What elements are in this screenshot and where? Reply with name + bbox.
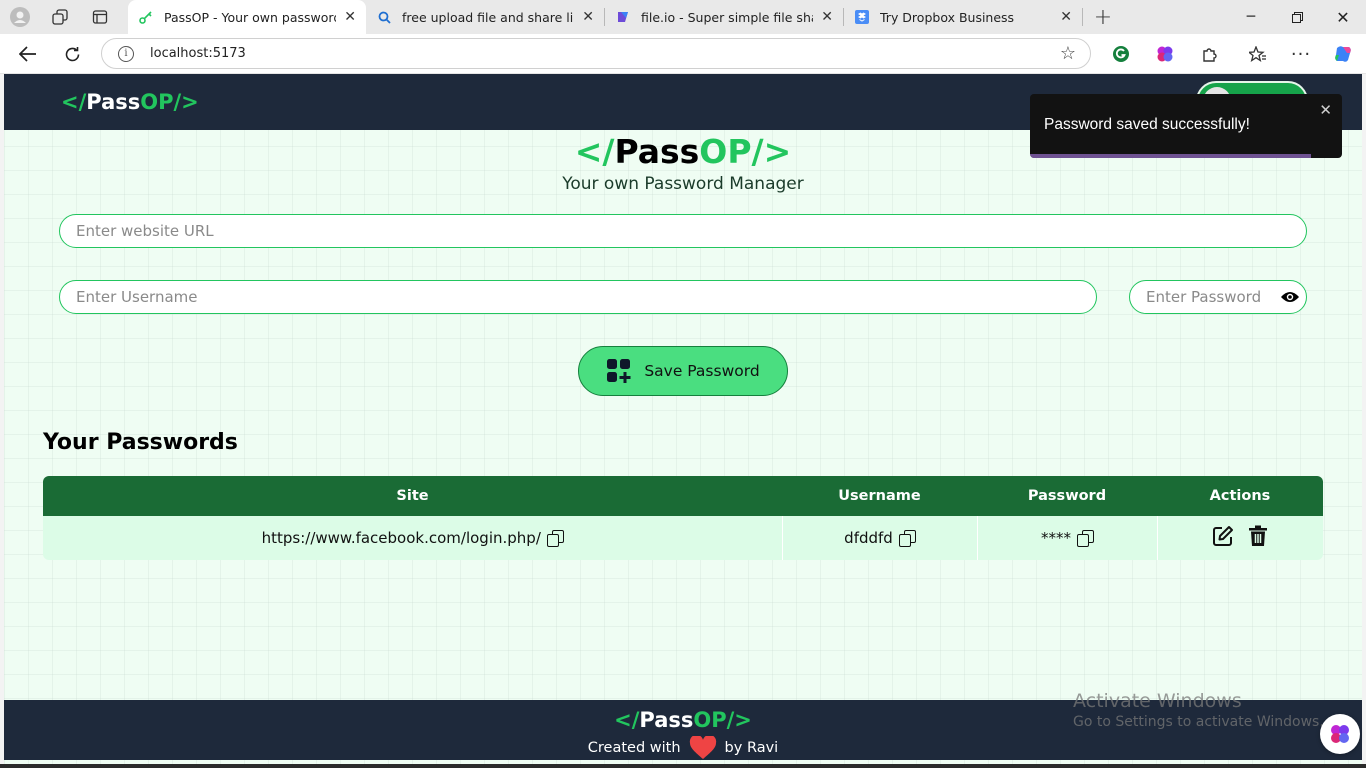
close-tab-icon[interactable]: ✕ bbox=[821, 9, 833, 25]
watermark-title: Activate Windows bbox=[1073, 690, 1242, 712]
copy-icon[interactable] bbox=[546, 530, 564, 547]
close-tab-icon[interactable]: ✕ bbox=[1060, 9, 1072, 25]
extensions-puzzle-icon[interactable] bbox=[1194, 39, 1224, 69]
logo-op: OP/> bbox=[699, 132, 792, 171]
logo-op: OP/> bbox=[693, 708, 752, 732]
actions-cell bbox=[1157, 516, 1323, 560]
browser-tab-bar: PassOP - Your own password man ✕ free up… bbox=[0, 0, 1366, 34]
search-icon bbox=[376, 9, 392, 25]
page-subtitle: Your own Password Manager bbox=[562, 174, 804, 194]
save-password-label: Save Password bbox=[644, 362, 760, 380]
copilot-icon[interactable] bbox=[1328, 39, 1358, 69]
close-window-icon[interactable]: ✕ bbox=[1320, 0, 1366, 34]
key-icon bbox=[138, 9, 154, 25]
column-header-password: Password bbox=[977, 476, 1157, 516]
new-tab-icon[interactable]: + bbox=[1083, 0, 1123, 34]
logo-pass: Pass bbox=[86, 90, 141, 114]
logo-bracket: </ bbox=[614, 708, 640, 732]
back-icon[interactable] bbox=[11, 37, 45, 71]
minimize-icon[interactable]: ─ bbox=[1228, 0, 1274, 34]
tab-passop[interactable]: PassOP - Your own password man ✕ bbox=[128, 0, 366, 34]
tab-title: file.io - Super simple file sharing bbox=[641, 9, 813, 25]
copilot-floating-icon[interactable] bbox=[1320, 714, 1360, 754]
passwords-table: Site Username Password Actions https://w… bbox=[43, 476, 1323, 560]
profile-icon[interactable] bbox=[0, 0, 40, 34]
favorite-star-icon[interactable]: ☆ bbox=[1060, 43, 1076, 64]
site-link[interactable]: https://www.facebook.com/login.php/ bbox=[262, 529, 541, 547]
more-menu-icon[interactable]: ··· bbox=[1286, 39, 1316, 69]
username-cell: dfddfd bbox=[782, 516, 978, 560]
author-text: by Ravi bbox=[724, 740, 779, 756]
tab-fileio[interactable]: file.io - Super simple file sharing ✕ bbox=[605, 0, 843, 34]
app-root: </PassOP/> </PassOP/> Your own Password … bbox=[4, 74, 1362, 768]
toast-close-icon[interactable]: ✕ bbox=[1319, 101, 1332, 119]
watermark-subtitle: Go to Settings to activate Windows. bbox=[1073, 714, 1324, 730]
site-info-icon[interactable]: i bbox=[118, 45, 134, 62]
show-password-eye-icon[interactable] bbox=[1279, 288, 1301, 306]
username-input[interactable] bbox=[59, 280, 1097, 314]
created-with-text: Created with bbox=[587, 740, 681, 756]
column-header-username: Username bbox=[782, 476, 977, 516]
tab-title: free upload file and share link - Se bbox=[402, 9, 574, 25]
logo-bracket: </ bbox=[574, 132, 615, 171]
add-grid-icon bbox=[606, 358, 632, 384]
grammarly-icon[interactable] bbox=[1106, 39, 1136, 69]
toast-message: Password saved successfully! bbox=[1044, 116, 1250, 133]
footer-credit: Created with by Ravi bbox=[4, 736, 1362, 760]
logo-op: OP/> bbox=[140, 90, 199, 114]
restore-icon[interactable] bbox=[1274, 0, 1320, 34]
browser-toolbar: i localhost:5173 ☆ ··· bbox=[0, 34, 1366, 74]
brain-extension-icon[interactable] bbox=[1150, 39, 1180, 69]
taskbar-edge bbox=[0, 764, 1366, 768]
nav-logo[interactable]: </PassOP/> bbox=[61, 90, 199, 114]
copy-icon[interactable] bbox=[898, 530, 916, 547]
section-title: Your Passwords bbox=[43, 430, 238, 455]
close-tab-icon[interactable]: ✕ bbox=[582, 9, 594, 25]
heart-icon bbox=[689, 736, 717, 760]
tab-actions-icon[interactable] bbox=[80, 0, 120, 34]
address-bar[interactable]: i localhost:5173 ☆ bbox=[101, 38, 1091, 69]
column-header-site: Site bbox=[43, 476, 782, 516]
tab-title: PassOP - Your own password man bbox=[164, 9, 337, 25]
windows-activation-watermark: Activate Windows Go to Settings to activ… bbox=[1073, 690, 1324, 730]
save-password-button[interactable]: Save Password bbox=[578, 346, 788, 396]
table-header-row: Site Username Password Actions bbox=[43, 476, 1323, 516]
favorites-icon[interactable] bbox=[1243, 39, 1273, 69]
logo-pass: Pass bbox=[639, 708, 694, 732]
close-tab-icon[interactable]: ✕ bbox=[344, 9, 356, 25]
address-text: localhost:5173 bbox=[150, 46, 246, 61]
website-url-input[interactable] bbox=[59, 214, 1307, 248]
fileio-icon bbox=[615, 9, 631, 25]
reload-icon[interactable] bbox=[55, 37, 89, 71]
tab-upload-search[interactable]: free upload file and share link - Se ✕ bbox=[366, 0, 604, 34]
delete-trash-icon[interactable] bbox=[1248, 525, 1268, 551]
column-header-actions: Actions bbox=[1157, 476, 1323, 516]
success-toast: Password saved successfully! ✕ bbox=[1030, 94, 1342, 158]
password-cell: **** bbox=[977, 516, 1158, 560]
toast-progress-bar bbox=[1030, 154, 1311, 158]
tab-dropbox[interactable]: Try Dropbox Business ✕ bbox=[844, 0, 1082, 34]
tab-title: Try Dropbox Business bbox=[880, 9, 1015, 25]
username-value: dfddfd bbox=[844, 529, 893, 547]
logo-bracket: </ bbox=[61, 90, 87, 114]
dropbox-icon bbox=[854, 9, 870, 25]
edit-icon[interactable] bbox=[1212, 525, 1234, 551]
copy-icon[interactable] bbox=[1077, 530, 1094, 547]
table-row: https://www.facebook.com/login.php/ dfdd… bbox=[43, 516, 1323, 560]
site-cell: https://www.facebook.com/login.php/ bbox=[43, 516, 783, 560]
logo-pass: Pass bbox=[614, 132, 700, 171]
workspaces-icon[interactable] bbox=[40, 0, 80, 34]
password-value: **** bbox=[1041, 529, 1071, 547]
